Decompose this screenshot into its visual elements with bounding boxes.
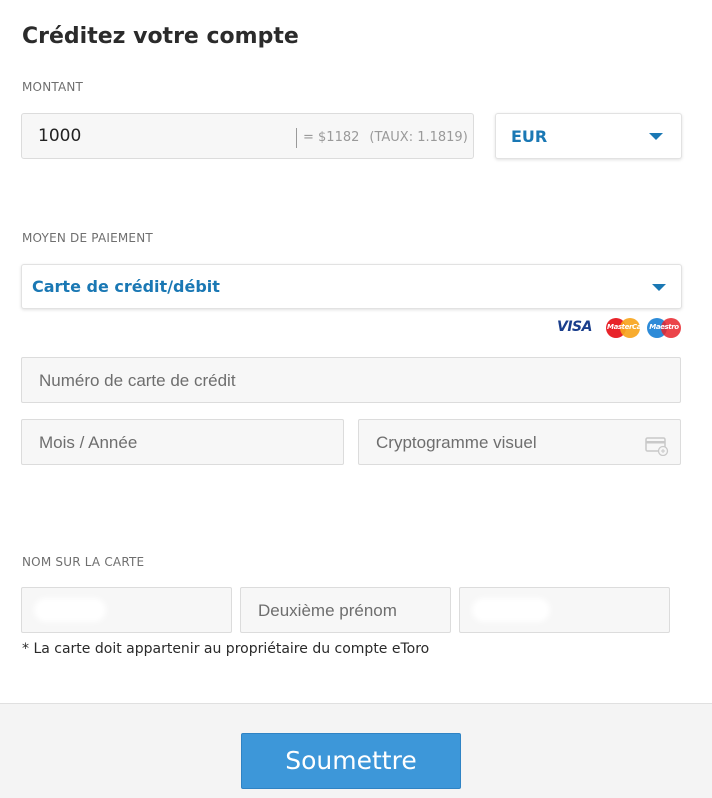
amount-label: MONTANT	[22, 80, 84, 94]
name-on-card-label: NOM SUR LA CARTE	[22, 555, 145, 569]
expiry-date-field[interactable]: Mois / Année	[21, 419, 344, 465]
redacted-first-name	[38, 602, 102, 618]
currency-value: EUR	[511, 127, 548, 146]
maestro-logo-text: Maestro	[649, 323, 679, 331]
exchange-rate: (TAUX: 1.1819)	[369, 130, 468, 145]
expiry-date-placeholder: Mois / Année	[39, 433, 138, 452]
chevron-down-icon	[649, 133, 663, 140]
visa-logo: VISA	[557, 319, 592, 335]
first-name-field[interactable]	[21, 587, 232, 633]
cvv-placeholder: Cryptogramme visuel	[376, 433, 537, 452]
form-footer: Soumettre	[0, 703, 712, 798]
payment-method-value: Carte de crédit/débit	[32, 277, 220, 296]
chevron-down-icon	[652, 284, 666, 291]
payment-method-dropdown[interactable]: Carte de crédit/débit	[21, 264, 682, 309]
card-number-field[interactable]: Numéro de carte de crédit	[21, 357, 681, 403]
card-owner-note: * La carte doit appartenir au propriétai…	[22, 641, 430, 657]
last-name-field[interactable]	[459, 587, 670, 633]
submit-button[interactable]: Soumettre	[241, 733, 461, 789]
deposit-form-page: Créditez votre compte MONTANT 1000 = $11…	[0, 0, 712, 798]
middle-name-placeholder: Deuxième prénom	[258, 601, 397, 620]
mastercard-logo: MasterCard	[606, 318, 649, 338]
redacted-last-name	[476, 602, 546, 618]
mastercard-logo-text: MasterCard	[607, 323, 649, 331]
cvv-field[interactable]: Cryptogramme visuel	[358, 419, 681, 465]
page-title: Créditez votre compte	[22, 24, 299, 49]
amount-input[interactable]: 1000 = $1182 (TAUX: 1.1819)	[21, 113, 474, 159]
payment-method-label: MOYEN DE PAIEMENT	[22, 231, 153, 245]
amount-divider	[296, 128, 297, 148]
card-brand-logos: VISA MasterCard Maestro	[557, 317, 683, 339]
cvv-card-icon	[645, 437, 669, 456]
middle-name-field[interactable]: Deuxième prénom	[240, 587, 451, 633]
converted-amount: = $1182	[303, 130, 360, 145]
maestro-logo: Maestro	[647, 318, 681, 338]
amount-value[interactable]: 1000	[38, 126, 81, 146]
card-number-placeholder: Numéro de carte de crédit	[39, 371, 236, 390]
currency-dropdown[interactable]: EUR	[495, 113, 682, 159]
amount-conversion: = $1182 (TAUX: 1.1819)	[303, 130, 468, 145]
